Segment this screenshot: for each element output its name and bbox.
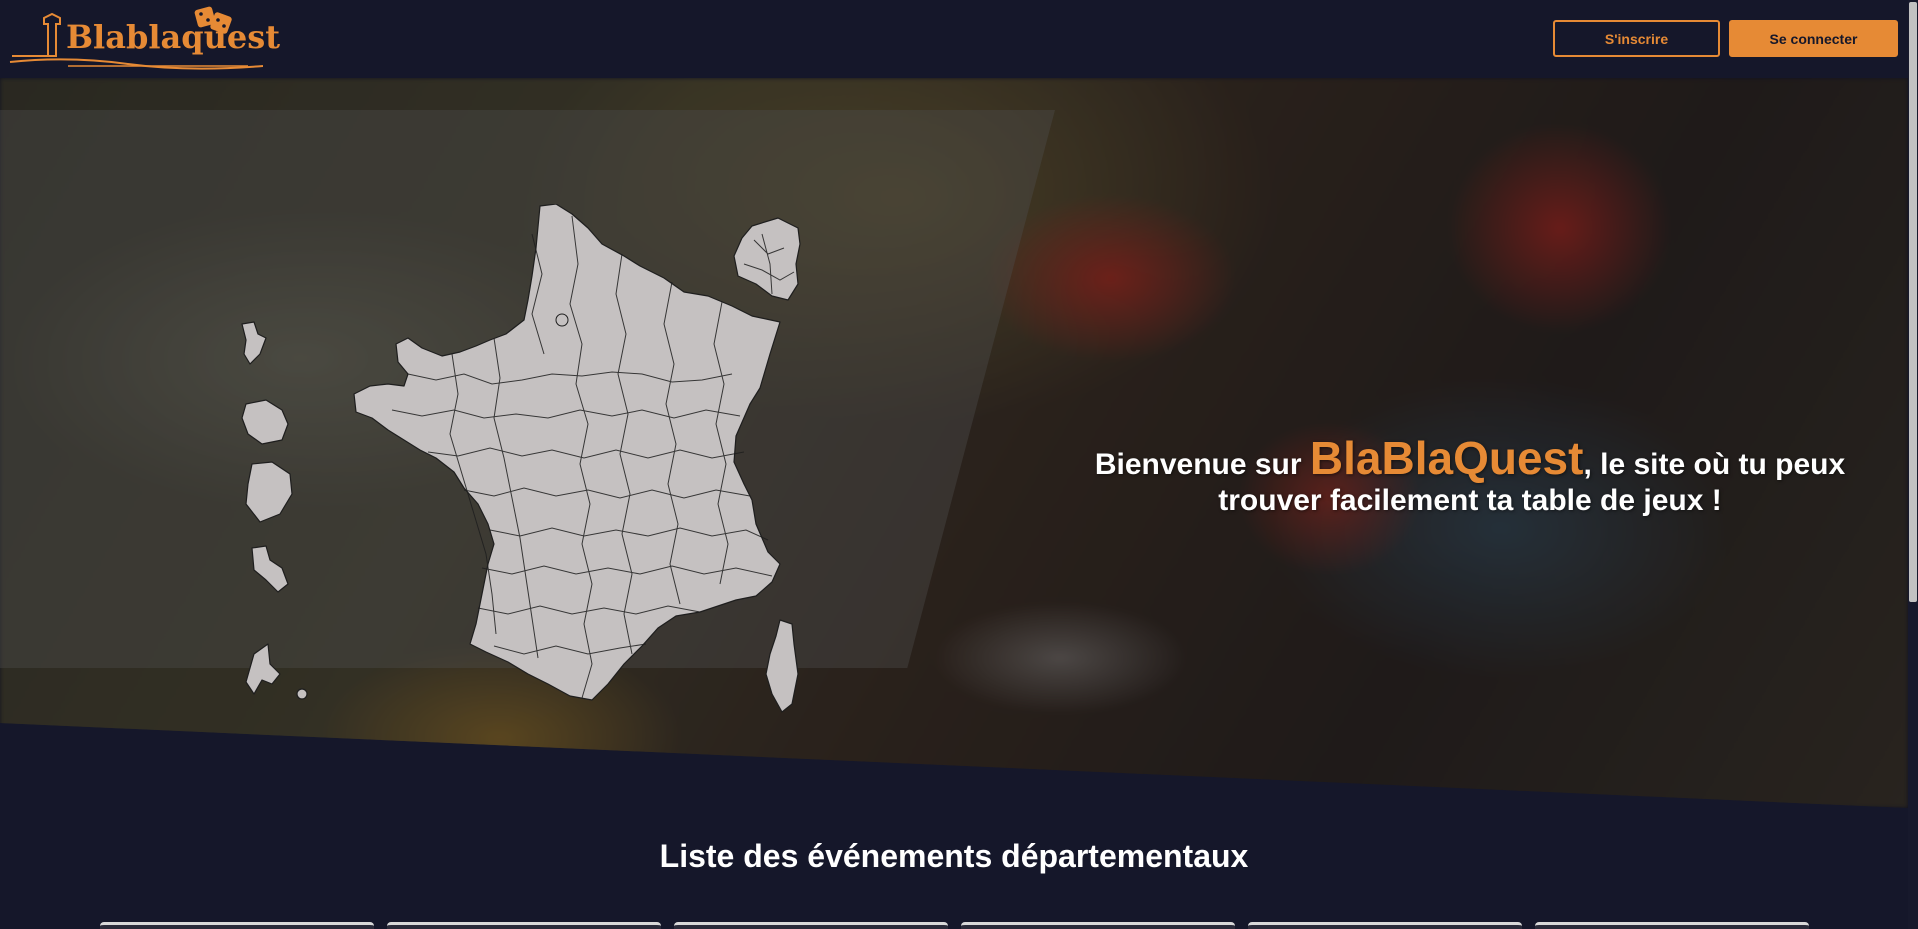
event-card[interactable] [1248, 922, 1522, 929]
signup-button[interactable]: S'inscrire [1553, 20, 1720, 57]
site-logo[interactable]: Blablaquest [8, 4, 280, 72]
guyane-region[interactable] [245, 461, 293, 523]
page-scrollbar[interactable] [1908, 0, 1918, 929]
top-navbar: Blablaquest S'inscrire Se connecter [0, 0, 1908, 78]
martinique-region[interactable] [241, 399, 289, 445]
corse-region[interactable] [765, 619, 799, 713]
logo-wordmark: Blablaquest [66, 18, 280, 56]
event-card[interactable] [674, 922, 948, 929]
event-card[interactable] [1535, 922, 1809, 929]
event-card[interactable] [961, 922, 1235, 929]
welcome-suffix-2: trouver facilement ta table de jeux ! [1218, 484, 1722, 517]
reunion-region[interactable] [251, 545, 289, 593]
ile-de-france-inset[interactable] [733, 217, 801, 301]
events-section-title: Liste des événements départementaux [659, 838, 1249, 874]
guadeloupe-region[interactable] [241, 321, 267, 365]
welcome-suffix-1: , le site où tu peux [1583, 448, 1846, 481]
hero-banner: Bienvenue sur BlaBlaQuest, le site où tu… [0, 78, 1908, 808]
welcome-prefix: Bienvenue sur [1094, 448, 1310, 481]
event-card[interactable] [387, 922, 661, 929]
event-cards-row [0, 922, 1908, 929]
mainland-france[interactable] [353, 204, 781, 701]
login-button[interactable]: Se connecter [1729, 20, 1898, 57]
mayotte-islet[interactable] [296, 688, 308, 700]
brand-name: BlaBlaQuest [1309, 432, 1584, 484]
welcome-message: Bienvenue sur BlaBlaQuest, le site où tu… [1085, 435, 1855, 519]
mayotte-region[interactable] [245, 643, 281, 695]
scrollbar-thumb[interactable] [1909, 2, 1917, 602]
event-card[interactable] [100, 922, 374, 929]
france-departments-map[interactable] [232, 204, 822, 724]
